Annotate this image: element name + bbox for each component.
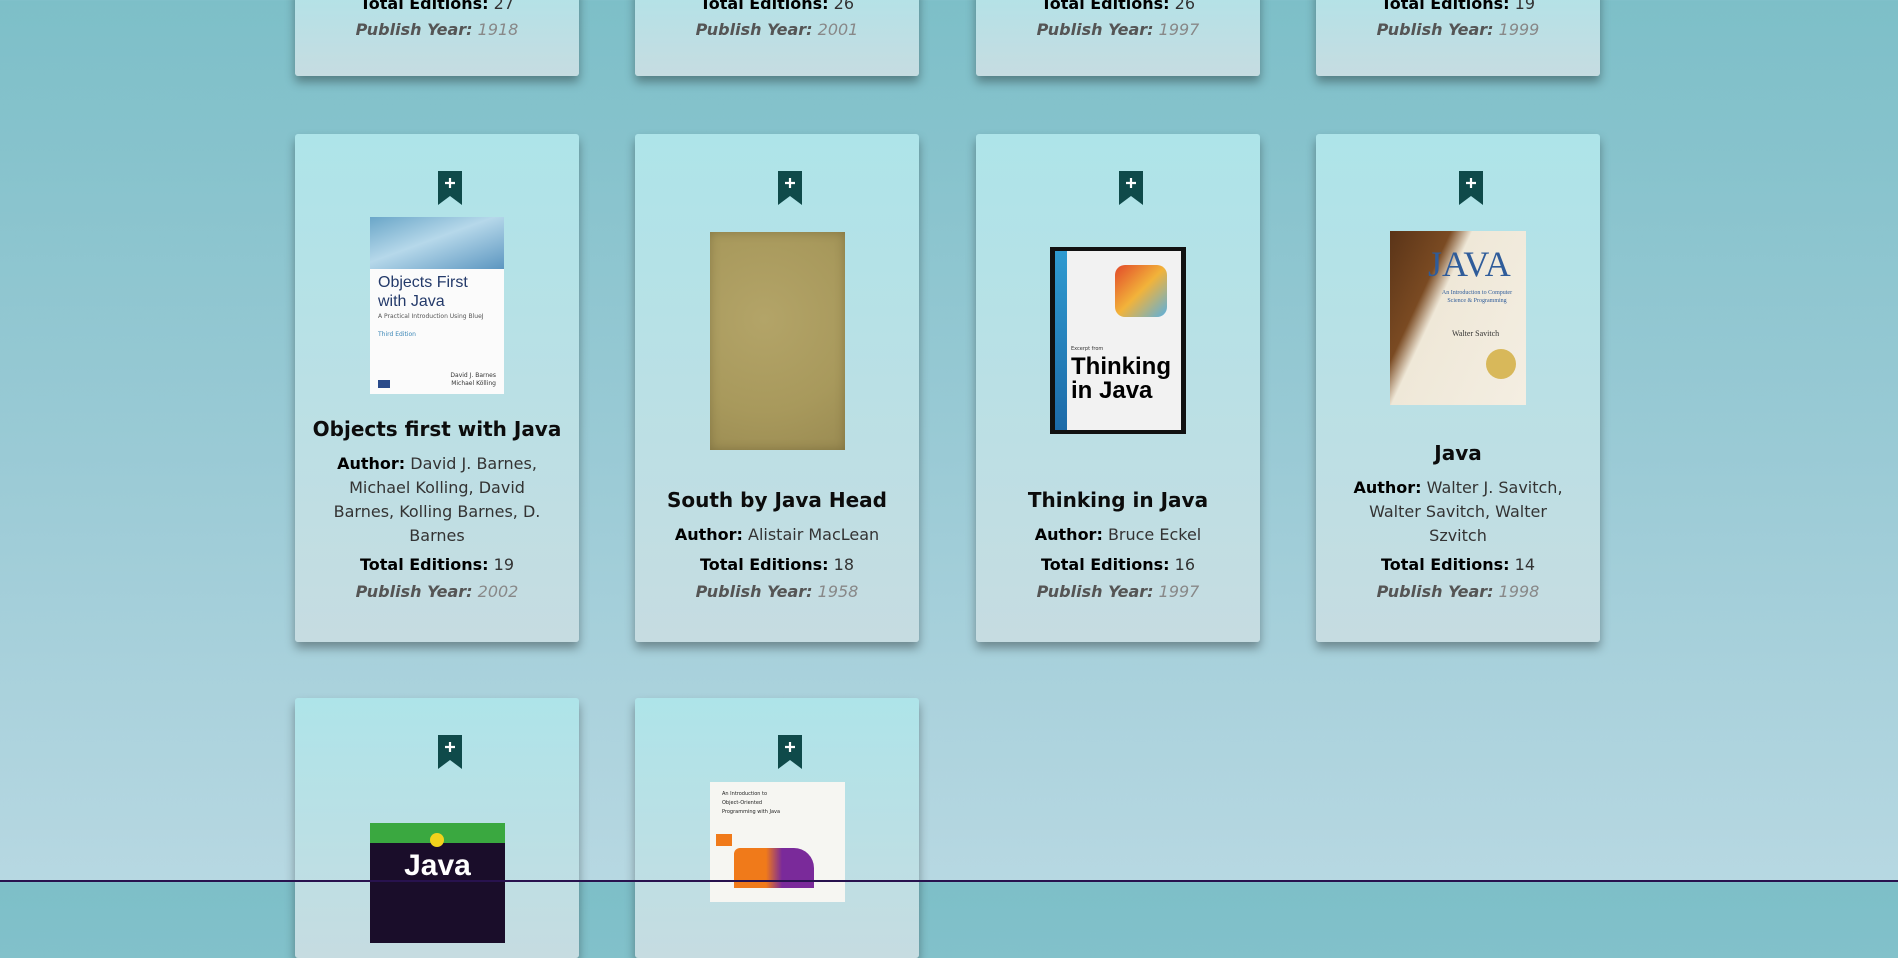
cover-title: Thinking in Java [1071,353,1171,404]
cover-title: Objects First with Java [378,274,468,310]
book-author: Author: Alistair MacLean [674,525,880,544]
cover-title: JAVA [1428,244,1511,284]
add-bookmark-icon[interactable] [436,734,464,770]
book-author: Author: Bruce Eckel [1034,525,1202,544]
add-bookmark-icon[interactable] [776,734,804,770]
publish-year: Publish Year: 1999 [1376,20,1540,39]
book-card[interactable]: Total Editions: 19 Publish Year: 1999 [1316,0,1600,76]
book-cover-image: Objects First with Java A Practical Intr… [370,217,504,394]
publish-year: Publish Year: 2002 [355,582,519,601]
book-title: South by Java Head [666,488,887,512]
cover-title: An Introduction to Object-Oriented Progr… [722,791,781,815]
book-cover-image: Java [370,823,505,943]
book-title: Thinking in Java [1027,488,1209,512]
book-cover-image: Excerpt from Thinking in Java [1050,247,1186,434]
book-card[interactable]: Total Editions: 26 Publish Year: 1997 [976,0,1260,76]
publish-year: Publish Year: 2001 [695,20,859,39]
book-cover-image: An Introduction to Object-Oriented Progr… [710,782,845,902]
book-author: Author: David J. Barnes, Michael Kolling… [333,454,541,545]
cover-edition: Third Edition [378,331,416,338]
add-bookmark-icon[interactable] [436,170,464,206]
total-editions: Total Editions: 19 [359,555,515,574]
total-editions: Total Editions: 16 [1040,555,1196,574]
total-editions: Total Editions: 14 [1380,555,1536,574]
total-editions: Total Editions: 27 [359,0,515,13]
cover-subtitle: An Introduction to Computer Science & Pr… [1441,290,1513,304]
book-cover-image [710,232,845,450]
publish-year: Publish Year: 1997 [1036,20,1200,39]
book-title: Java [1434,441,1482,465]
book-author: Author: Walter J. Savitch, Walter Savitc… [1353,478,1563,545]
book-title: Objects first with Java [312,417,562,441]
book-card[interactable]: Excerpt from Thinking in Java Thinking i… [976,134,1260,642]
cover-authors: David J. Barnes Michael Kölling [450,372,496,387]
book-cover-image: JAVA An Introduction to Computer Science… [1390,231,1526,405]
publish-year: Publish Year: 1997 [1036,582,1200,601]
total-editions: Total Editions: 18 [699,555,855,574]
cover-author: Walter Savitch [1452,329,1500,338]
total-editions: Total Editions: 26 [1040,0,1196,13]
publish-year: Publish Year: 1998 [1376,582,1540,601]
book-card[interactable]: Total Editions: 27 Publish Year: 1918 [295,0,579,76]
book-card[interactable]: Java [295,698,579,958]
add-bookmark-icon[interactable] [1117,170,1145,206]
book-card[interactable]: An Introduction to Object-Oriented Progr… [635,698,919,958]
total-editions: Total Editions: 19 [1380,0,1536,13]
cover-subtitle: A Practical Introduction Using BlueJ [378,313,484,320]
book-card[interactable]: Objects First with Java A Practical Intr… [295,134,579,642]
cover-title: Java [404,849,471,882]
publish-year: Publish Year: 1918 [355,20,519,39]
add-bookmark-icon[interactable] [1457,170,1485,206]
total-editions: Total Editions: 26 [699,0,855,13]
cover-small-text: Excerpt from [1071,346,1104,352]
book-card[interactable]: Total Editions: 26 Publish Year: 2001 [635,0,919,76]
publish-year: Publish Year: 1958 [695,582,859,601]
book-card[interactable]: South by Java Head Author: Alistair MacL… [635,134,919,642]
book-card[interactable]: JAVA An Introduction to Computer Science… [1316,134,1600,642]
add-bookmark-icon[interactable] [776,170,804,206]
